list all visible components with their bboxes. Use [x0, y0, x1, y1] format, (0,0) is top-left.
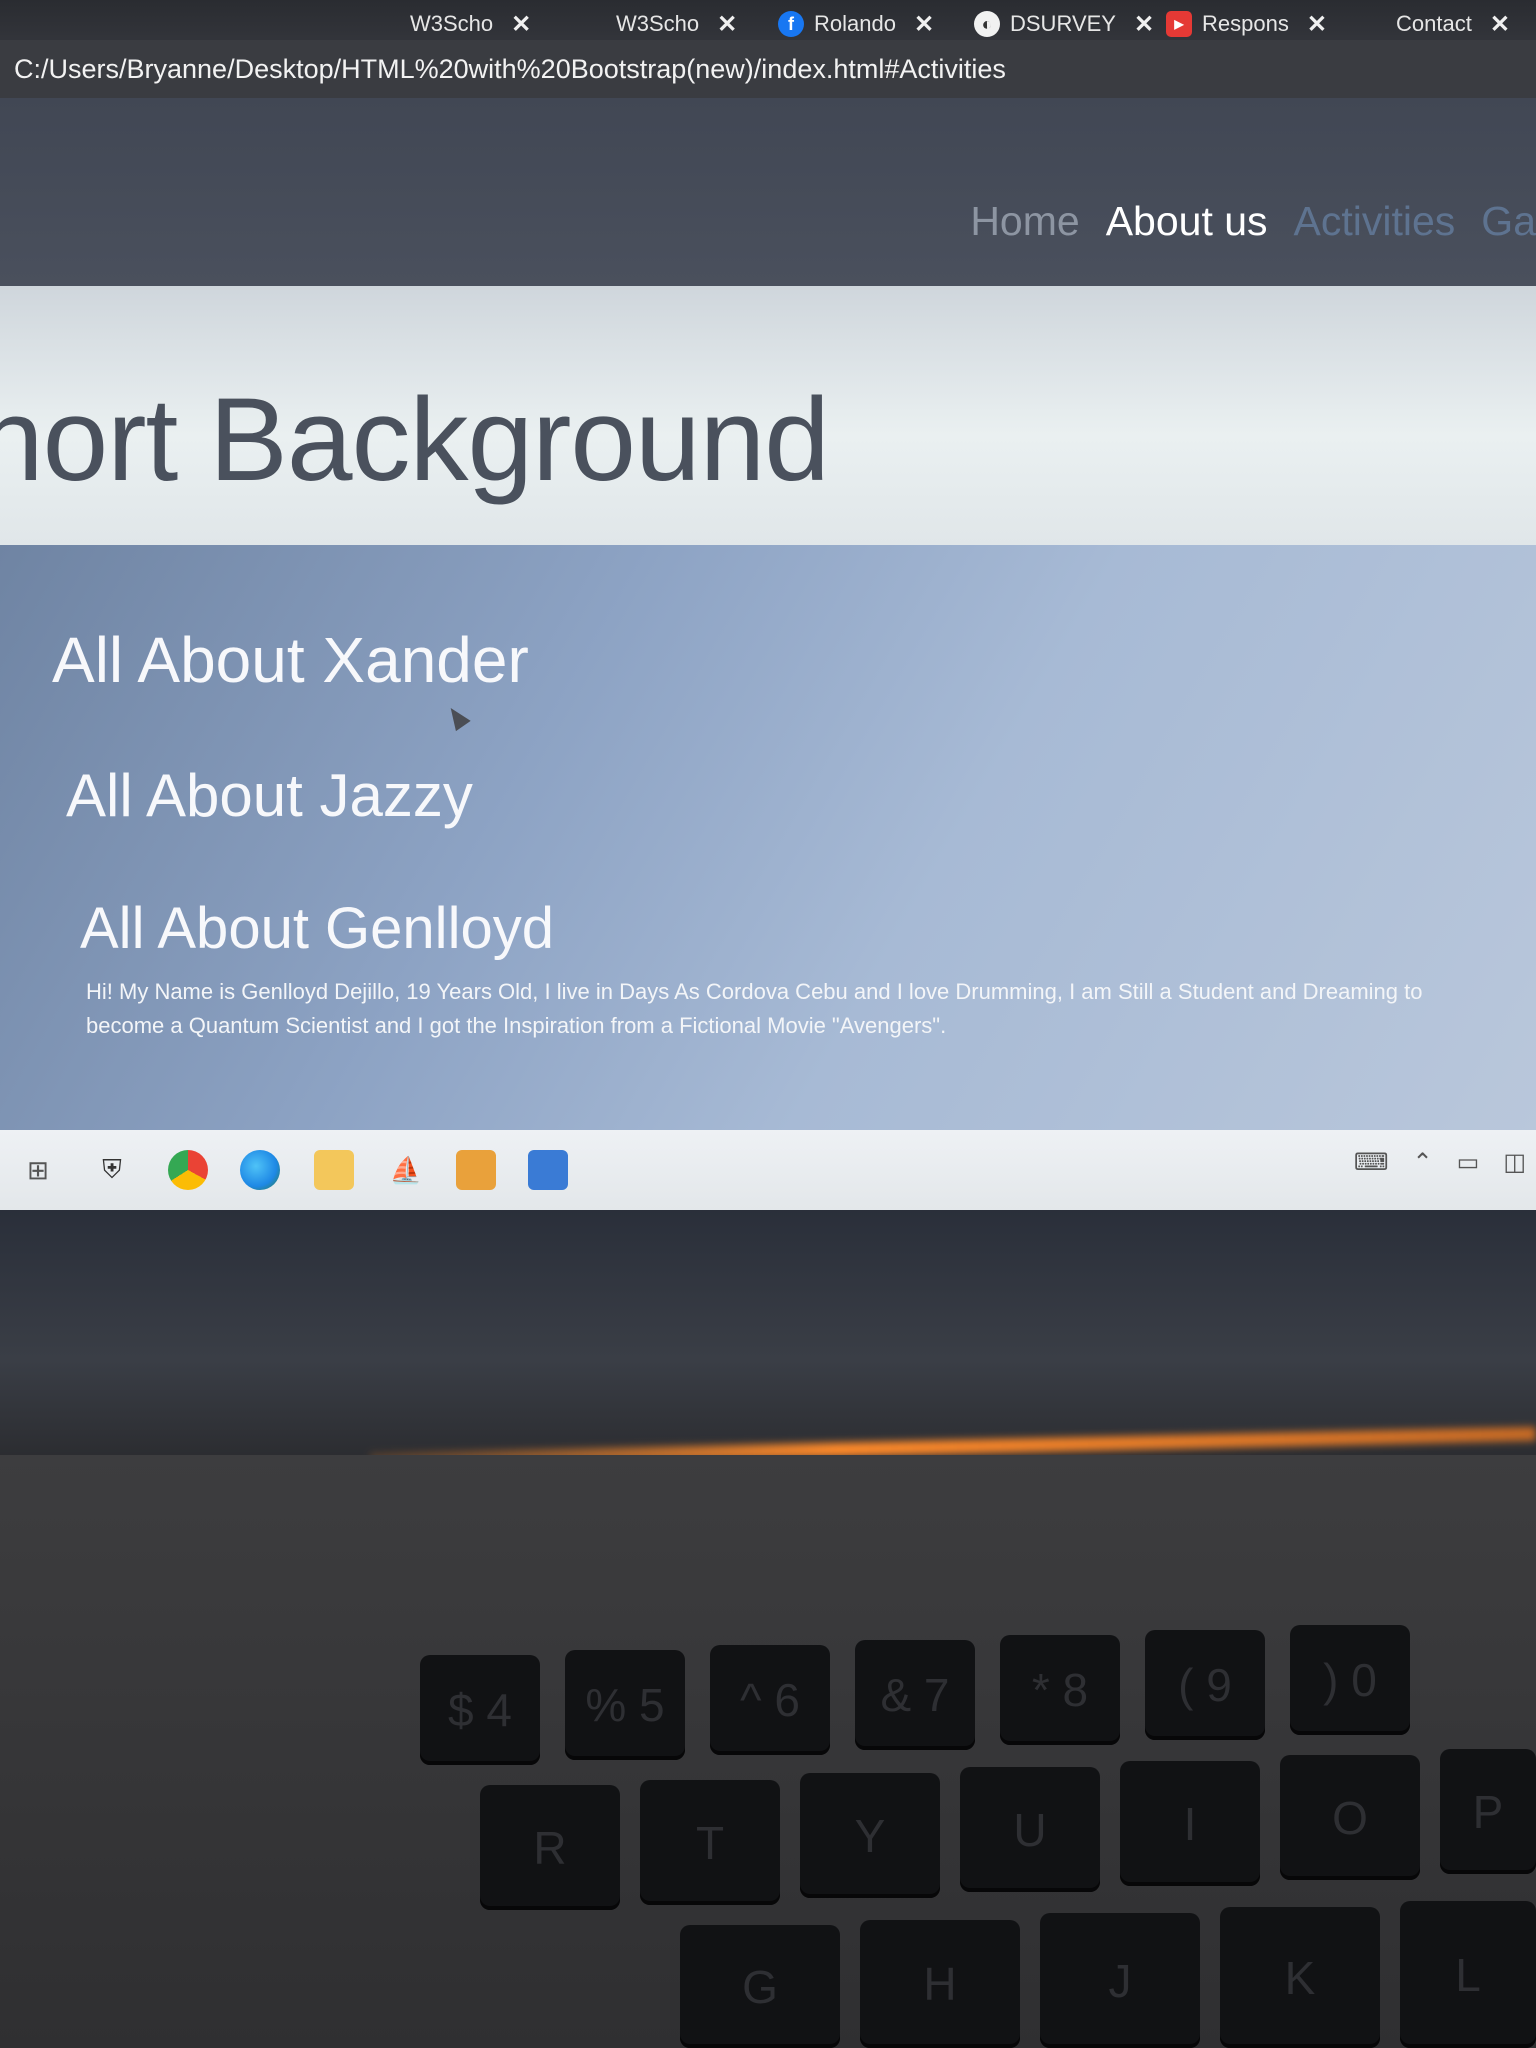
close-icon[interactable]: ✕: [717, 10, 737, 39]
key: Y: [800, 1773, 940, 1898]
tab-label: Contact: [1396, 11, 1472, 36]
globe-icon: ◐: [974, 11, 1000, 37]
store-icon[interactable]: ⛵: [386, 1150, 426, 1190]
key: ) 0: [1290, 1625, 1410, 1735]
heading-jazzy[interactable]: All About Jazzy: [66, 761, 473, 830]
keyboard-icon[interactable]: ⌨: [1354, 1148, 1389, 1177]
page-title: hort Background: [0, 374, 830, 506]
facebook-icon: f: [778, 11, 804, 37]
jumbotron: hort Background: [0, 286, 1536, 558]
key: H: [860, 1920, 1020, 2048]
close-icon[interactable]: ✕: [1490, 10, 1510, 39]
tab-label: Rolando: [814, 11, 896, 36]
tab-label: W3Scho: [410, 11, 494, 36]
key: % 5: [565, 1650, 685, 1760]
nav-links: Home About us Activities Ga: [970, 198, 1536, 245]
heading-genlloyd[interactable]: All About Genlloyd: [80, 895, 554, 962]
photos-icon[interactable]: [528, 1150, 568, 1190]
nav-about-us[interactable]: About us: [1106, 198, 1268, 245]
key: $ 4: [420, 1655, 540, 1765]
laptop-keyboard-deck: $ 4 % 5 ^ 6 & 7 * 8 ( 9 ) 0 R T Y U I O …: [0, 1455, 1536, 2048]
address-bar[interactable]: C:/Users/Bryanne/Desktop/HTML%20with%20B…: [0, 40, 1536, 98]
key: U: [960, 1767, 1100, 1892]
genlloyd-bio: Hi! My Name is Genlloyd Dejillo, 19 Year…: [86, 979, 1423, 1038]
key: & 7: [855, 1640, 975, 1750]
system-tray: ⌨ ⌃ ▭ ◫: [1354, 1148, 1526, 1177]
edge-icon[interactable]: [240, 1150, 280, 1190]
key: I: [1120, 1761, 1260, 1886]
mouse-cursor-icon: [443, 702, 471, 732]
key: * 8: [1000, 1635, 1120, 1745]
key: L: [1400, 1901, 1536, 2048]
nav-gallery[interactable]: Ga: [1481, 198, 1536, 245]
screen-bezel: [0, 1210, 1536, 1460]
folder-icon[interactable]: [314, 1150, 354, 1190]
address-url[interactable]: C:/Users/Bryanne/Desktop/HTML%20with%20B…: [14, 54, 1006, 85]
tab-label: DSURVEY: [1010, 11, 1116, 36]
about-section: All About Xander All About Jazzy All Abo…: [0, 545, 1536, 1137]
key: J: [1040, 1913, 1200, 2048]
site-navbar: Home About us Activities Ga: [0, 98, 1536, 288]
key: G: [680, 1925, 840, 2048]
youtube-icon: ▶: [1166, 11, 1192, 37]
key: T: [640, 1780, 780, 1905]
sublime-icon[interactable]: [456, 1150, 496, 1190]
tab-label: W3Scho: [616, 11, 700, 36]
chevron-up-icon[interactable]: ⌃: [1413, 1148, 1433, 1177]
key: ( 9: [1145, 1630, 1265, 1740]
key: K: [1220, 1907, 1380, 2048]
chrome-icon[interactable]: [168, 1150, 208, 1190]
nav-home[interactable]: Home: [970, 198, 1079, 245]
shield-icon[interactable]: ⛨: [92, 1150, 132, 1190]
key: R: [480, 1785, 620, 1910]
nav-activities[interactable]: Activities: [1294, 198, 1456, 245]
close-icon[interactable]: ✕: [1307, 10, 1327, 39]
close-icon[interactable]: ✕: [914, 10, 934, 39]
tab-label: Respons: [1202, 11, 1289, 36]
windows-taskbar: ⊞ ⛨ ⛵ ⌨ ⌃ ▭ ◫: [0, 1130, 1536, 1210]
heading-xander[interactable]: All About Xander: [52, 623, 529, 697]
network-icon[interactable]: ◫: [1503, 1148, 1526, 1177]
battery-icon[interactable]: ▭: [1457, 1148, 1480, 1177]
key: P: [1440, 1749, 1536, 1874]
task-view-icon[interactable]: ⊞: [18, 1150, 58, 1190]
key: ^ 6: [710, 1645, 830, 1755]
close-icon[interactable]: ✕: [1134, 10, 1154, 39]
key: O: [1280, 1755, 1420, 1880]
close-icon[interactable]: ✕: [511, 10, 531, 39]
